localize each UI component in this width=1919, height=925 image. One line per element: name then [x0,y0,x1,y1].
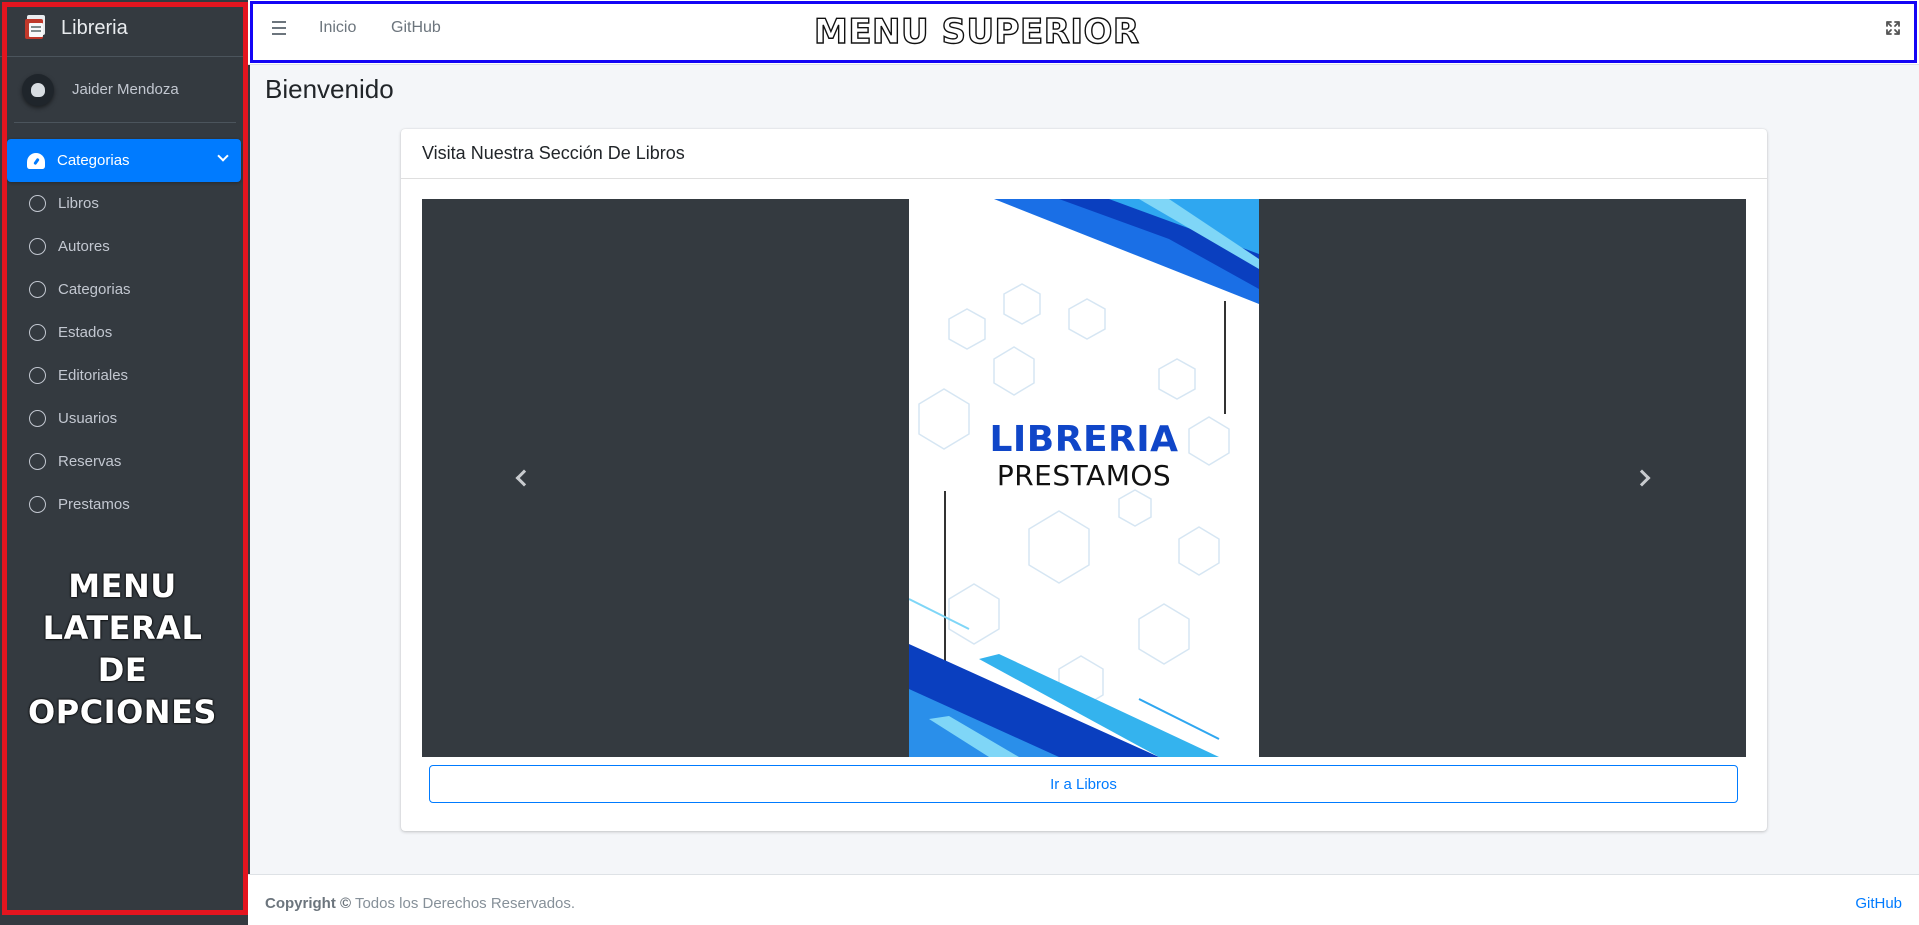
sidebar-item-libros[interactable]: Libros [7,182,241,225]
sidebar-item-label: Categorias [58,281,131,298]
carousel-next-button[interactable] [1629,461,1663,495]
card-title: Visita Nuestra Sección De Libros [401,129,1767,179]
carousel: LIBRERIA PRESTAMOS [422,199,1746,757]
avatar [22,73,54,106]
copyright-label: Copyright © [265,895,352,912]
circle-icon [28,238,46,256]
sidebar-item-editoriales[interactable]: Editoriales [7,354,241,397]
footer-github-link[interactable]: GitHub [1855,895,1902,912]
github-icon [31,82,45,97]
chevron-left-icon [515,469,533,487]
circle-icon [28,367,46,385]
annotation-line: LATERAL [42,609,203,647]
brand-link[interactable]: Libreria [0,0,250,57]
tachometer-icon [27,152,45,170]
sidebar-item-label: Prestamos [58,496,130,513]
annotation-line: OPCIONES [28,693,217,731]
sidebar-item-categorias-menu[interactable]: Categorias [7,139,241,182]
sidebar-item-label: Editoriales [58,367,129,384]
circle-icon [28,195,46,213]
sidebar: Libreria Jaider Mendoza Categorias Libro… [0,0,250,925]
sidebar-item-label: Estados [58,324,113,341]
topnav-annotation: MENU SUPERIOR [813,11,1140,52]
hamburger-menu-icon[interactable] [272,21,286,35]
sidebar-item-usuarios[interactable]: Usuarios [7,397,241,440]
page-title: Bienvenido [265,74,394,104]
sidebar-annotation: MENU LATERAL DE OPCIONES [0,565,245,733]
annotation-line: MENU [68,567,177,605]
circle-icon [28,496,46,514]
carousel-prev-button[interactable] [505,461,539,495]
brand-name: Libreria [61,16,128,39]
fullscreen-expand-icon[interactable] [1885,20,1901,36]
user-name: Jaider Mendoza [72,81,179,98]
sidebar-item-estados[interactable]: Estados [7,311,241,354]
sidebar-item-label: Reservas [58,453,122,470]
sidebar-item-autores[interactable]: Autores [7,225,241,268]
user-panel[interactable]: Jaider Mendoza [14,57,236,123]
footer-copyright: Copyright © Todos los Derechos Reservado… [265,895,575,912]
circle-icon [28,281,46,299]
sidebar-nav: Categorias Libros Autores Categorias Est… [7,139,241,526]
footer: Copyright © Todos los Derechos Reservado… [248,874,1919,925]
nav-link-github[interactable]: GitHub [391,19,441,37]
library-logo-icon [25,15,49,41]
chevron-down-icon [217,150,229,162]
top-navbar: Inicio GitHub MENU SUPERIOR [248,0,1919,65]
sidebar-item-label: Libros [58,195,99,212]
go-to-books-button[interactable]: Ir a Libros [429,765,1738,803]
carousel-slide-image: LIBRERIA PRESTAMOS [909,199,1259,757]
circle-icon [28,410,46,428]
copyright-text: Todos los Derechos Reservados. [354,895,576,912]
circle-icon [28,453,46,471]
chevron-right-icon [1633,469,1651,487]
nav-link-inicio[interactable]: Inicio [319,19,356,37]
slide-subtitle: PRESTAMOS [996,459,1172,492]
sidebar-item-label: Autores [58,238,110,255]
annotation-line: DE [97,651,148,689]
slide-title: LIBRERIA [989,419,1179,460]
sidebar-item-label: Usuarios [58,410,118,427]
sidebar-item-prestamos[interactable]: Prestamos [7,483,241,526]
sidebar-item-label: Categorias [57,152,130,169]
sidebar-item-categorias[interactable]: Categorias [7,268,241,311]
circle-icon [28,324,46,342]
books-card: Visita Nuestra Sección De Libros LIBRERI… [401,129,1767,831]
sidebar-item-reservas[interactable]: Reservas [7,440,241,483]
